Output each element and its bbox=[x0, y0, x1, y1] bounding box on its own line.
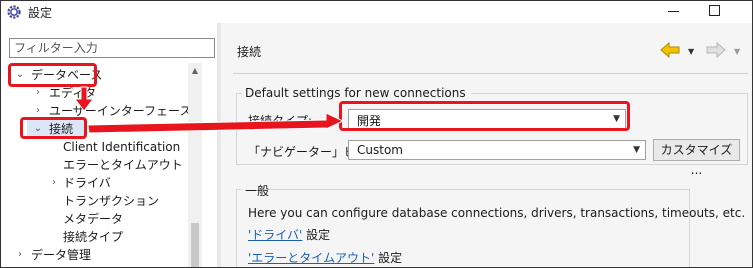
chevron-right-icon[interactable]: › bbox=[15, 246, 25, 264]
maximize-button[interactable] bbox=[709, 5, 720, 16]
drivers-link-suffix: 設定 bbox=[302, 228, 331, 242]
group-border bbox=[236, 93, 242, 94]
navigator-view-select[interactable]: Custom ▼ bbox=[348, 140, 646, 160]
tree-item-label: メタデータ bbox=[63, 212, 124, 226]
forward-dropdown-icon[interactable]: ▼ bbox=[734, 47, 740, 56]
tree-item-label: ドライバ bbox=[63, 176, 111, 190]
tree-item-label: データ管理 bbox=[31, 248, 92, 262]
preferences-sidebar: ⌄ データベース › エディタ › ユーザーインターフェース ⌄ 接続 Clie… bbox=[1, 23, 217, 267]
errors-link-suffix: 設定 bbox=[374, 251, 403, 265]
highlight-connections bbox=[20, 117, 87, 139]
general-description: Here you can configure database connecti… bbox=[248, 206, 746, 220]
page-title: 接続 bbox=[237, 45, 262, 59]
tree-scrollbar[interactable]: ▲ bbox=[188, 63, 202, 267]
tree-item-connection-types[interactable]: 接続タイプ bbox=[63, 228, 123, 246]
separator bbox=[233, 73, 748, 74]
customize-button[interactable]: カスタマイズ ... bbox=[653, 139, 740, 177]
general-section-title: 一般 bbox=[245, 184, 270, 198]
section-border bbox=[258, 189, 690, 190]
group-title: Default settings for new connections bbox=[245, 86, 466, 100]
group-border bbox=[471, 93, 748, 94]
scroll-up-icon[interactable]: ▲ bbox=[188, 65, 202, 77]
tree-item-label: トランザクション bbox=[63, 194, 160, 208]
minimize-button[interactable] bbox=[668, 11, 679, 12]
filter-field[interactable] bbox=[9, 38, 215, 58]
chevron-right-icon[interactable]: › bbox=[49, 174, 59, 192]
tree-item-errors-timeouts[interactable]: エラーとタイムアウト bbox=[63, 156, 183, 174]
gear-icon bbox=[7, 5, 21, 19]
tree-item-metadata[interactable]: メタデータ bbox=[63, 210, 123, 228]
title-bar: 設定 bbox=[1, 1, 752, 23]
section-border bbox=[236, 189, 242, 190]
errors-link-row: 'エラーとタイムアウト' 設定 bbox=[248, 249, 402, 266]
tree-item-label: Client Identification bbox=[63, 140, 181, 154]
filter-input[interactable] bbox=[14, 40, 210, 56]
tree-item-label: 接続タイプ bbox=[63, 230, 124, 244]
preferences-tree: ⌄ データベース › エディタ › ユーザーインターフェース ⌄ 接続 Clie… bbox=[1, 63, 201, 267]
scrollbar-thumb[interactable] bbox=[191, 223, 199, 267]
highlight-connection-type bbox=[339, 101, 630, 131]
highlight-database bbox=[8, 63, 97, 87]
drivers-link-row: 'ドライバ' 設定 bbox=[248, 226, 330, 243]
preference-page: 接続 ▼ ▼ Default settings for new connecti… bbox=[221, 23, 752, 267]
settings-dialog: 設定 ⌄ データベース › エディタ › ユーザーインターフェース bbox=[0, 0, 753, 268]
forward-arrow-icon[interactable] bbox=[705, 40, 727, 60]
back-arrow-icon[interactable] bbox=[659, 40, 681, 60]
errors-timeouts-link[interactable]: 'エラーとタイムアウト' bbox=[248, 251, 374, 265]
drivers-link[interactable]: 'ドライバ' bbox=[248, 228, 302, 242]
tree-item-client-identification[interactable]: Client Identification bbox=[63, 138, 180, 156]
tree-item-label: エラーとタイムアウト bbox=[63, 158, 183, 172]
chevron-down-icon[interactable]: ▼ bbox=[633, 145, 640, 155]
back-dropdown-icon[interactable]: ▼ bbox=[688, 47, 694, 56]
tree-item-transactions[interactable]: トランザクション bbox=[63, 192, 159, 210]
connection-type-label: 接続タイプ: bbox=[248, 114, 313, 128]
navigator-view-value: Custom bbox=[357, 143, 403, 157]
window-title: 設定 bbox=[28, 6, 53, 20]
